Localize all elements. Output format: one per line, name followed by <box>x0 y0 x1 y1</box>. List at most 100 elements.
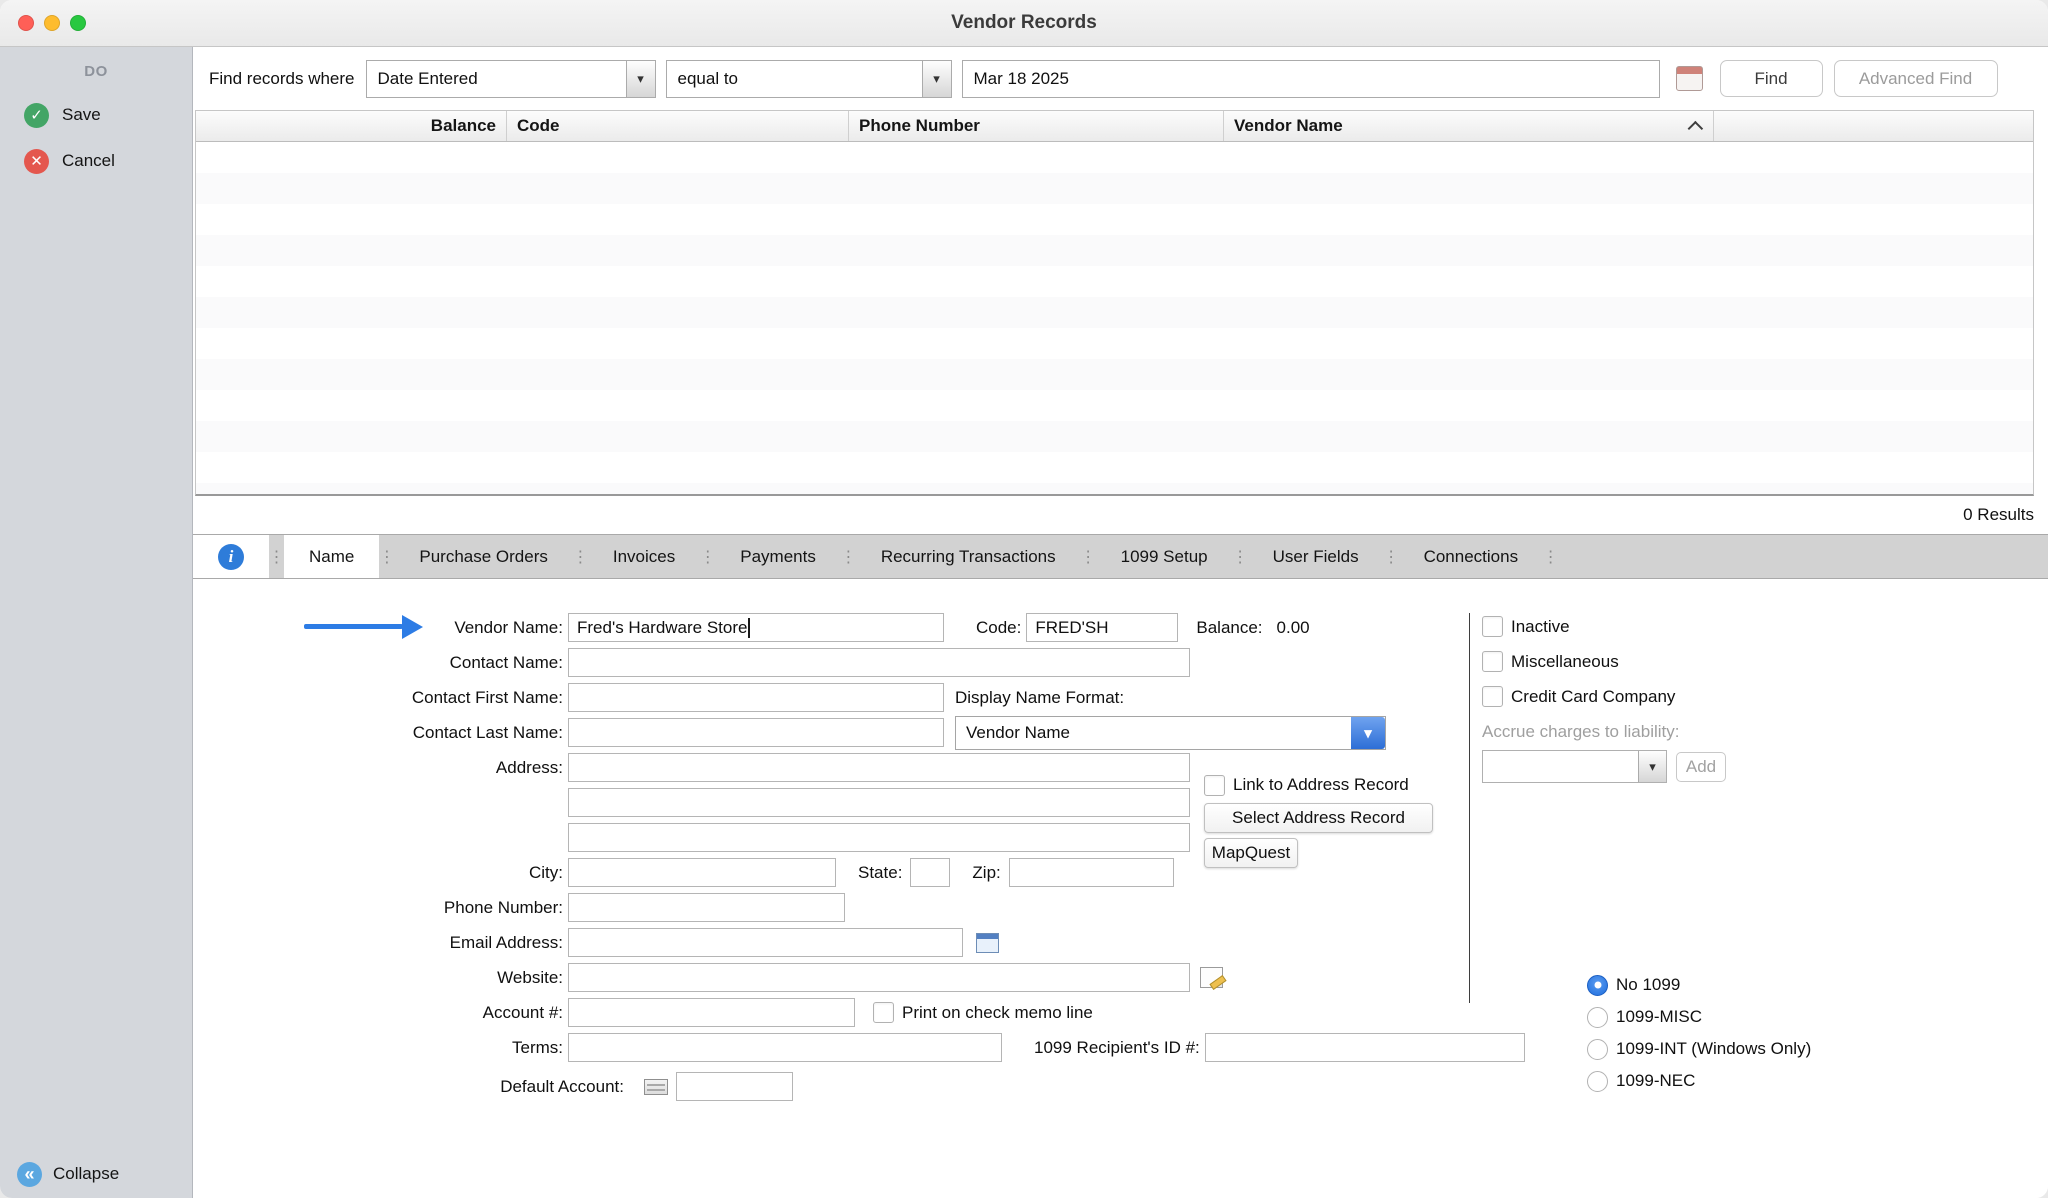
vendor-name-column-label: Vendor Name <box>1234 116 1343 136</box>
titlebar: Vendor Records <box>0 0 2048 47</box>
main-area: Find records where Date Entered ▾ equal … <box>193 47 2048 1198</box>
drag-handle-icon[interactable]: ⋮ <box>379 535 394 578</box>
column-header-phone-number[interactable]: Phone Number <box>849 111 1224 141</box>
accrue-liability-select[interactable]: ▾ <box>1482 750 1667 783</box>
collapse-label: Collapse <box>53 1164 119 1184</box>
results-table-header: Balance Code Phone Number Vendor Name <box>196 111 2033 142</box>
email-icon[interactable] <box>976 933 999 953</box>
vendor-name-input[interactable]: Fred's Hardware Store <box>568 613 944 642</box>
zip-input[interactable] <box>1009 858 1174 887</box>
column-header-vendor-name[interactable]: Vendor Name <box>1224 111 1714 141</box>
address-line3-input[interactable] <box>568 823 1190 852</box>
annotation-arrow-head <box>402 615 423 639</box>
terms-input[interactable] <box>568 1033 1002 1062</box>
contact-name-input[interactable] <box>568 648 1190 677</box>
display-name-format-select[interactable]: Vendor Name ▾ <box>955 716 1386 750</box>
address-line1-input[interactable] <box>568 753 1190 782</box>
cancel-button[interactable]: ✕ Cancel <box>0 138 192 184</box>
website-input[interactable] <box>568 963 1190 992</box>
account-number-input[interactable] <box>568 998 855 1027</box>
tab-purchase-orders[interactable]: Purchase Orders <box>394 535 573 578</box>
link-to-address-checkbox[interactable]: Link to Address Record <box>1204 774 1433 796</box>
zoom-window-button[interactable] <box>70 15 86 31</box>
contact-last-name-input[interactable] <box>568 718 944 747</box>
phone-number-input[interactable] <box>568 893 845 922</box>
drag-handle-icon[interactable]: ⋮ <box>1543 535 1558 578</box>
save-button[interactable]: ✓ Save <box>0 92 192 138</box>
collapse-sidebar-button[interactable]: « Collapse <box>0 1150 192 1198</box>
radio-1099-misc[interactable]: 1099-MISC <box>1587 1001 1811 1033</box>
find-value-input[interactable]: Mar 18 2025 <box>962 60 1660 98</box>
radio-1099-int[interactable]: 1099-INT (Windows Only) <box>1587 1033 1811 1065</box>
radio-1099-nec[interactable]: 1099-NEC <box>1587 1065 1811 1097</box>
drag-handle-icon[interactable]: ⋮ <box>841 535 856 578</box>
tab-bar-filler <box>1558 535 2048 578</box>
close-window-button[interactable] <box>18 15 34 31</box>
state-input[interactable] <box>910 858 950 887</box>
tab-info[interactable]: i <box>193 535 269 578</box>
radio-selected-icon <box>1587 975 1608 996</box>
city-label: City: <box>193 863 563 883</box>
tab-name[interactable]: Name <box>284 535 379 578</box>
find-field-value: Date Entered <box>367 69 626 89</box>
city-input[interactable] <box>568 858 836 887</box>
sidebar-items: ✓ Save ✕ Cancel <box>0 92 192 184</box>
mapquest-button[interactable]: MapQuest <box>1204 838 1298 868</box>
radio-no-1099[interactable]: No 1099 <box>1587 969 1811 1001</box>
inactive-checkbox[interactable]: Inactive <box>1482 609 1726 644</box>
drag-handle-icon[interactable]: ⋮ <box>1081 535 1096 578</box>
tab-recurring-transactions[interactable]: Recurring Transactions <box>856 535 1081 578</box>
find-button[interactable]: Find <box>1720 60 1823 97</box>
open-website-icon[interactable] <box>1200 967 1223 988</box>
display-name-format-label: Display Name Format: <box>955 688 1124 708</box>
info-icon: i <box>218 544 244 570</box>
column-header-code[interactable]: Code <box>507 111 849 141</box>
contact-first-name-input[interactable] <box>568 683 944 712</box>
tab-invoices[interactable]: Invoices <box>588 535 700 578</box>
drag-handle-icon[interactable]: ⋮ <box>1384 535 1399 578</box>
tab-1099-setup[interactable]: 1099 Setup <box>1096 535 1233 578</box>
miscellaneous-checkbox[interactable]: Miscellaneous <box>1482 644 1726 679</box>
tab-payments[interactable]: Payments <box>715 535 841 578</box>
drag-handle-icon[interactable]: ⋮ <box>269 535 284 578</box>
no-1099-label: No 1099 <box>1616 975 1680 995</box>
chevron-down-icon: ▾ <box>626 61 655 97</box>
tab-bar: i ⋮ Name ⋮ Purchase Orders ⋮ Invoices ⋮ … <box>193 534 2048 579</box>
vendor-flags: Inactive Miscellaneous Credit Card Compa… <box>1482 609 1726 784</box>
drag-handle-icon[interactable]: ⋮ <box>573 535 588 578</box>
add-liability-button[interactable]: Add <box>1676 752 1726 782</box>
checkbook-icon[interactable] <box>644 1079 668 1095</box>
column-header-empty <box>1714 111 2033 141</box>
minimize-window-button[interactable] <box>44 15 60 31</box>
window-controls <box>18 0 86 46</box>
print-on-memo-checkbox[interactable] <box>873 1002 894 1023</box>
select-address-record-button[interactable]: Select Address Record <box>1204 803 1433 833</box>
find-field-select[interactable]: Date Entered ▾ <box>366 60 656 98</box>
cancel-label: Cancel <box>62 151 115 171</box>
form-1099-options: No 1099 1099-MISC 1099-INT (Windows Only… <box>1587 969 1811 1097</box>
results-table: Balance Code Phone Number Vendor Name <box>195 110 2034 496</box>
code-input[interactable]: FRED'SH <box>1026 613 1178 642</box>
drag-handle-icon[interactable]: ⋮ <box>700 535 715 578</box>
check-circle-icon: ✓ <box>24 103 49 128</box>
advanced-find-button[interactable]: Advanced Find <box>1834 60 1998 97</box>
find-operator-select[interactable]: equal to ▾ <box>666 60 952 98</box>
sort-ascending-icon <box>1688 120 1704 136</box>
tab-connections[interactable]: Connections <box>1399 535 1544 578</box>
print-on-memo-label: Print on check memo line <box>902 1003 1093 1023</box>
credit-card-company-label: Credit Card Company <box>1511 687 1675 707</box>
inactive-label: Inactive <box>1511 617 1570 637</box>
chevron-down-icon: ▾ <box>1351 717 1385 749</box>
credit-card-company-checkbox[interactable]: Credit Card Company <box>1482 679 1726 714</box>
email-address-input[interactable] <box>568 928 963 957</box>
drag-handle-icon[interactable]: ⋮ <box>1233 535 1248 578</box>
terms-label: Terms: <box>193 1038 563 1058</box>
sidebar: DO ✓ Save ✕ Cancel « Collapse <box>0 47 193 1198</box>
column-header-balance[interactable]: Balance <box>196 111 507 141</box>
chevron-down-icon: ▾ <box>1638 751 1666 782</box>
tab-user-fields[interactable]: User Fields <box>1248 535 1384 578</box>
calendar-icon[interactable] <box>1676 66 1703 91</box>
default-account-input[interactable] <box>676 1072 793 1101</box>
address-line2-input[interactable] <box>568 788 1190 817</box>
recipient-id-input[interactable] <box>1205 1033 1525 1062</box>
